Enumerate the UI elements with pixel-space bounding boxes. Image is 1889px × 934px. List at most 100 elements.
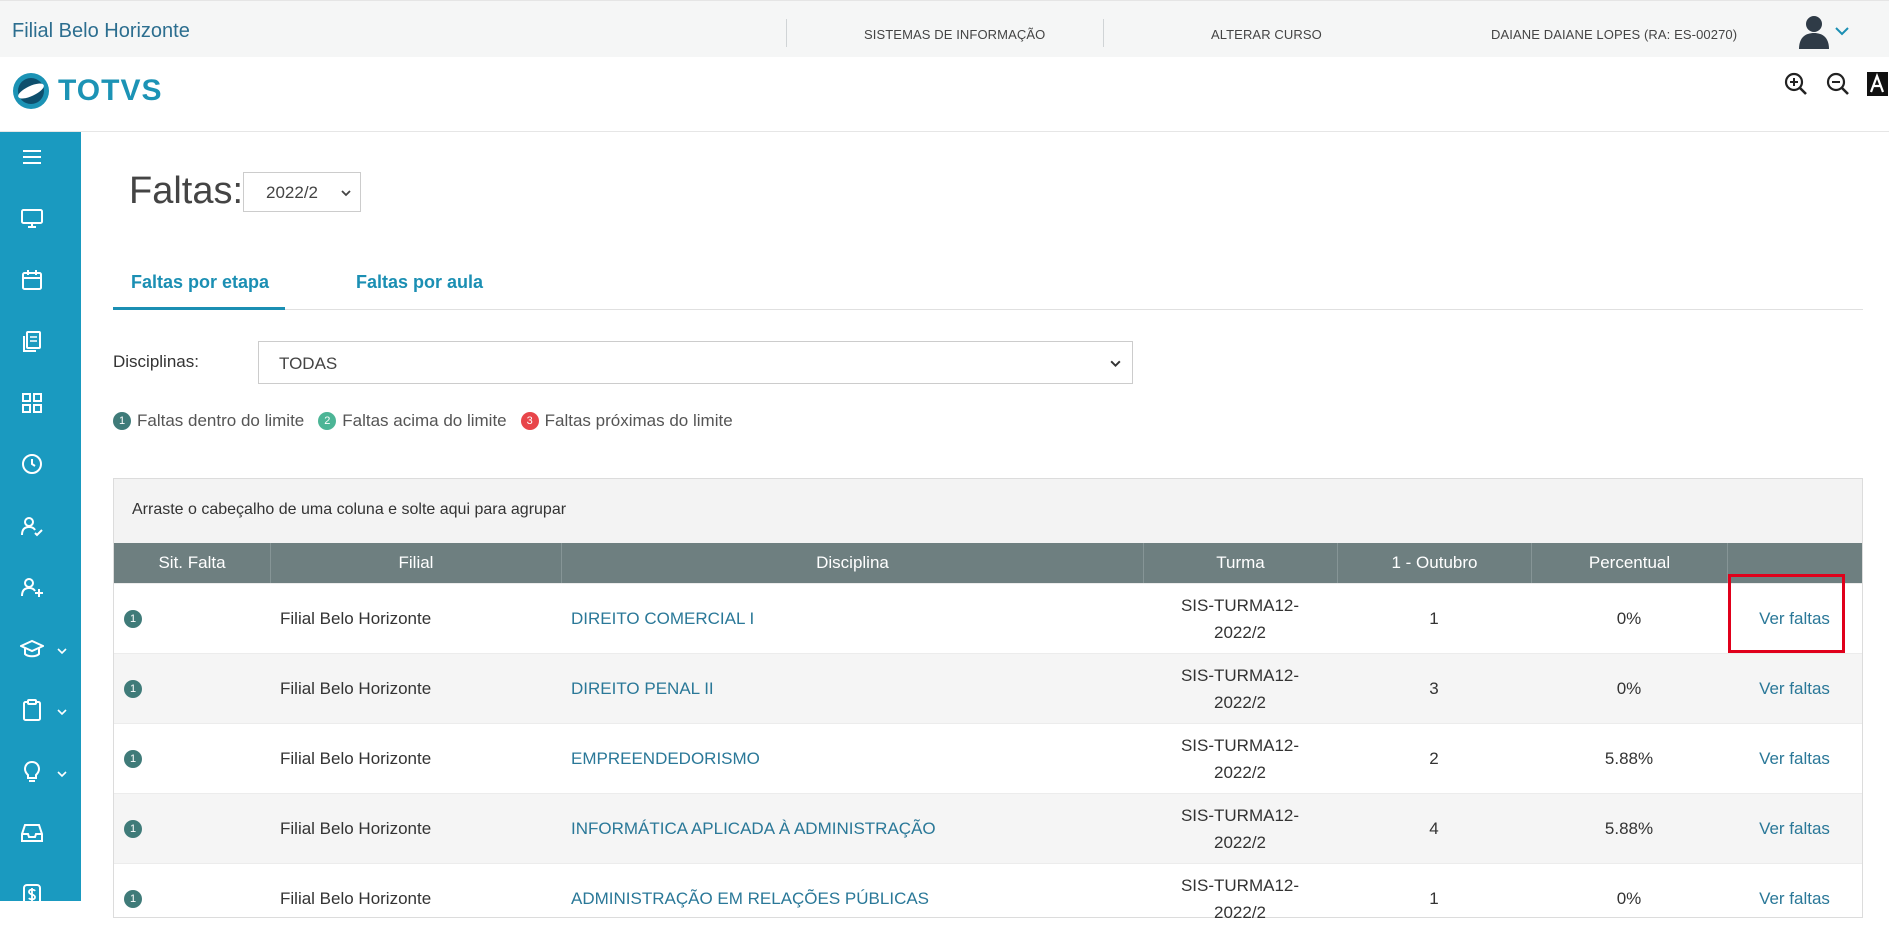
sit-falta-cell: 1 — [124, 864, 164, 934]
group-hint: Arraste o cabeçalho de uma coluna e solt… — [132, 501, 567, 518]
disciplinas-select-value: TODAS — [279, 354, 338, 373]
divider — [1103, 19, 1104, 47]
turma-cell: SIS-TURMA12- 2022/2 — [1143, 724, 1337, 794]
turma-line: 2022/2 — [1214, 833, 1266, 852]
tab-faltas-por-etapa[interactable]: Faltas por etapa — [131, 272, 269, 293]
sidebar-item-calendar[interactable] — [0, 255, 81, 305]
sidebar-item-graduation[interactable] — [0, 624, 81, 674]
table-row[interactable]: 1 Filial Belo Horizonte ADMINISTRAÇÃO EM R… — [114, 863, 1862, 933]
sidebar-item-user-check[interactable] — [0, 501, 81, 551]
sit-falta-badge: 1 — [124, 820, 142, 838]
column-header-sit-falta[interactable]: Sit. Falta — [114, 543, 270, 583]
active-tab-indicator — [113, 307, 285, 310]
filial-cell: Filial Belo Horizonte — [280, 609, 432, 628]
chevron-down-icon — [57, 771, 67, 778]
column-header-outubro[interactable]: 1 - Outubro — [1337, 543, 1531, 583]
chevron-down-icon — [57, 648, 67, 655]
zoom-in-icon[interactable] — [1783, 71, 1809, 97]
sit-falta-badge: 1 — [124, 610, 142, 628]
sit-falta-cell: 1 — [124, 584, 164, 654]
divider — [786, 19, 787, 47]
turma-cell: SIS-TURMA12- 2022/2 — [1143, 794, 1337, 864]
sidebar-item-money[interactable] — [0, 870, 81, 920]
logo-text: TOTVS — [58, 74, 163, 107]
turma-cell: SIS-TURMA12- 2022/2 — [1143, 654, 1337, 724]
chevron-down-icon[interactable] — [1834, 23, 1850, 39]
turma-line: SIS-TURMA12- — [1180, 666, 1300, 685]
disciplina-link[interactable]: DIREITO PENAL II — [571, 654, 1141, 724]
contrast-icon[interactable] — [1866, 71, 1888, 97]
disciplina-link[interactable]: EMPREENDEDORISMO — [571, 724, 1141, 794]
sit-falta-cell: 1 — [124, 794, 164, 864]
user-avatar-icon[interactable] — [1796, 13, 1832, 49]
sidebar-item-inbox[interactable] — [0, 808, 81, 858]
faltas-cell: 4 — [1429, 819, 1439, 838]
sit-falta-cell: 1 — [124, 724, 164, 794]
percentual-cell: 0% — [1616, 609, 1642, 628]
sidebar-item-menu[interactable] — [0, 132, 81, 182]
sidebar-item-clock[interactable] — [0, 439, 81, 489]
highlight-box — [1728, 574, 1845, 653]
filial-cell: Filial Belo Horizonte — [280, 819, 432, 838]
logo[interactable]: TOTVS — [12, 72, 162, 110]
chevron-down-icon — [341, 190, 351, 197]
disciplina-link[interactable]: DIREITO COMERCIAL I — [571, 584, 1141, 654]
table-row[interactable]: 1 Filial Belo Horizonte DIREITO PENAL II SI… — [114, 653, 1862, 723]
ver-faltas-link[interactable]: Ver faltas — [1727, 864, 1862, 934]
sidebar-item-user-add[interactable] — [0, 562, 81, 612]
turma-line: SIS-TURMA12- — [1180, 596, 1300, 615]
turma-cell: SIS-TURMA12- 2022/2 — [1143, 864, 1337, 934]
tab-faltas-por-aula[interactable]: Faltas por aula — [356, 272, 483, 293]
sit-falta-badge: 1 — [124, 750, 142, 768]
percentual-cell: 5.88% — [1604, 749, 1654, 768]
legend-label: Faltas acima do limite — [342, 411, 507, 430]
table-row[interactable]: 1 Filial Belo Horizonte DIREITO COMERCIAL … — [114, 583, 1862, 653]
sidebar-item-grid[interactable] — [0, 378, 81, 428]
legend: 1 Faltas dentro do limite 2 Faltas acima… — [113, 411, 747, 431]
legend-label: Faltas dentro do limite — [137, 411, 305, 430]
zoom-out-icon[interactable] — [1825, 71, 1851, 97]
user-name[interactable]: DAIANE DAIANE LOPES (RA: ES-00270) — [1491, 27, 1737, 42]
column-header-turma[interactable]: Turma — [1143, 543, 1337, 583]
sidebar-item-lightbulb[interactable] — [0, 747, 81, 797]
turma-line: 2022/2 — [1214, 763, 1266, 782]
sidebar-item-documents[interactable] — [0, 316, 81, 366]
sidebar-item-clipboard[interactable] — [0, 685, 81, 735]
sidebar — [0, 132, 81, 907]
turma-line: 2022/2 — [1214, 623, 1266, 642]
faltas-cell: 1 — [1429, 609, 1439, 628]
ver-faltas-link[interactable]: Ver faltas — [1727, 724, 1862, 794]
column-header-percentual[interactable]: Percentual — [1531, 543, 1727, 583]
faltas-cell: 1 — [1429, 889, 1439, 908]
disciplina-link[interactable]: INFORMÁTICA APLICADA À ADMINISTRAÇÃO — [571, 794, 1141, 864]
legend-badge: 2 — [318, 412, 337, 430]
ver-faltas-link[interactable]: Ver faltas — [1727, 654, 1862, 724]
period-select[interactable]: 2022/2 — [243, 172, 361, 212]
disciplinas-select[interactable]: TODAS — [258, 341, 1133, 384]
turma-line: SIS-TURMA12- — [1180, 736, 1300, 755]
chevron-down-icon — [1110, 360, 1121, 368]
filial-cell: Filial Belo Horizonte — [280, 679, 432, 698]
sidebar-item-monitor[interactable] — [0, 193, 81, 243]
turma-line: 2022/2 — [1214, 693, 1266, 712]
legend-badge: 3 — [520, 412, 539, 430]
disciplina-link[interactable]: ADMINISTRAÇÃO EM RELAÇÕES PÚBLICAS — [571, 864, 1141, 934]
table-row[interactable]: 1 Filial Belo Horizonte EMPREENDEDORISMO SI… — [114, 723, 1862, 793]
table-row[interactable]: 1 Filial Belo Horizonte INFORMÁTICA APLICA… — [114, 793, 1862, 863]
ver-faltas-link[interactable]: Ver faltas — [1727, 794, 1862, 864]
sit-falta-badge: 1 — [124, 890, 142, 908]
change-course-link[interactable]: ALTERAR CURSO — [1211, 27, 1322, 42]
course-link[interactable]: SISTEMAS DE INFORMAÇÃO — [864, 27, 1045, 42]
column-header-filial[interactable]: Filial — [270, 543, 561, 583]
documents-icon — [23, 331, 41, 352]
calendar-icon — [22, 270, 42, 290]
filial-cell: Filial Belo Horizonte — [280, 889, 432, 908]
legend-badge: 1 — [113, 412, 131, 430]
group-panel[interactable]: Arraste o cabeçalho de uma coluna e solt… — [114, 479, 1862, 543]
turma-line: 2022/2 — [1214, 903, 1266, 922]
money-icon — [23, 884, 41, 907]
branch-name[interactable]: Filial Belo Horizonte — [12, 20, 190, 43]
column-header-disciplina[interactable]: Disciplina — [561, 543, 1143, 583]
chevron-down-icon — [57, 709, 67, 716]
tab-bar: Faltas por etapa Faltas por aula — [113, 264, 1863, 310]
